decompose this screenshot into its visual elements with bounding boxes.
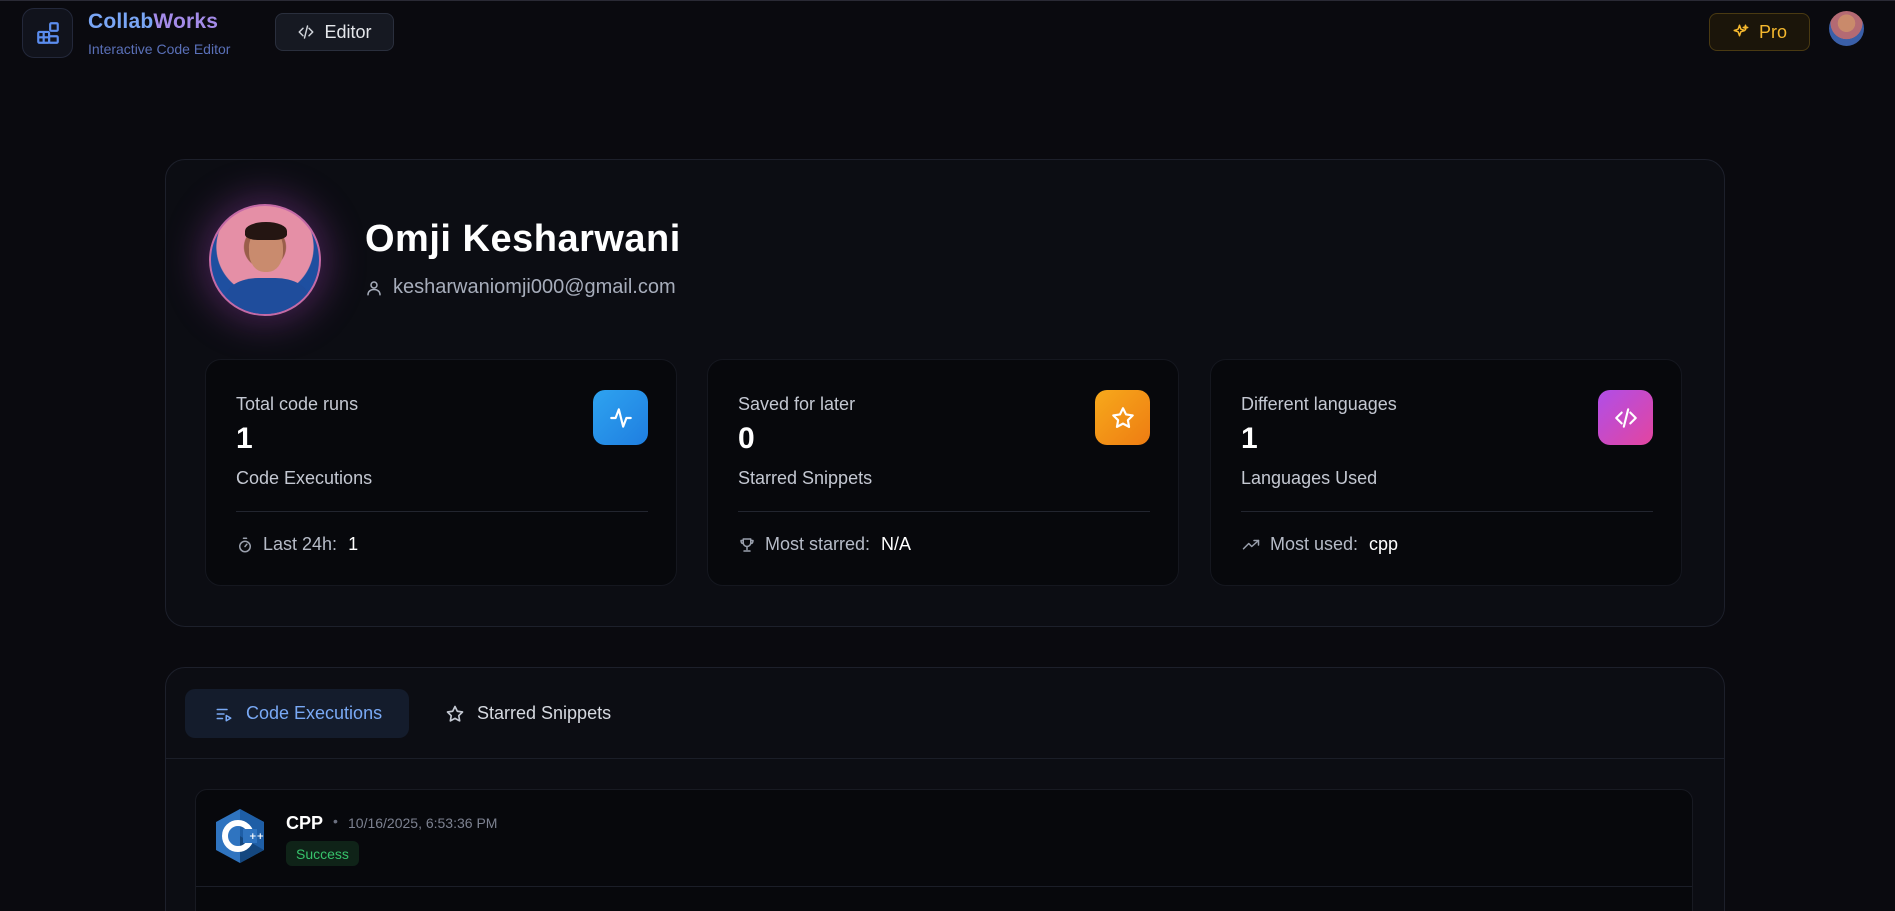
stat-label: Total code runs <box>236 394 359 414</box>
status-badge: Success <box>286 841 359 866</box>
stat-value: 0 <box>738 422 755 455</box>
stat-value: 1 <box>236 422 253 455</box>
pro-button[interactable]: Pro <box>1709 13 1810 51</box>
editor-button-label: Editor <box>324 21 372 42</box>
execution-item[interactable] <box>195 789 1693 911</box>
stat-footer-value: 1 <box>348 534 359 554</box>
code-icon <box>1614 407 1637 428</box>
pro-button-label: Pro <box>1758 21 1787 42</box>
svg-text:++: ++ <box>249 832 264 842</box>
blocks-icon <box>36 22 59 44</box>
timer-icon <box>239 537 251 552</box>
top-header: CollabWorks Interactive Code Editor Edit… <box>0 0 1895 64</box>
tab-code-executions[interactable]: Code Executions <box>185 689 409 738</box>
stat-divider <box>738 511 1150 512</box>
editor-button[interactable]: Editor <box>275 13 394 51</box>
stat-divider <box>236 511 648 512</box>
stat-label: Different languages <box>1241 394 1397 414</box>
profile-email-text: kesharwaniomji000@gmail.com <box>393 276 676 298</box>
tabs-divider <box>166 758 1724 759</box>
stat-card-saved: Saved for later 0 Starred Snippets Most … <box>707 359 1179 586</box>
stat-footer-value: cpp <box>1369 534 1399 554</box>
tab-label: Starred Snippets <box>477 703 612 723</box>
cpp-logo-icon: ++ <box>216 809 264 863</box>
execution-language: CPP <box>286 813 324 833</box>
stat-card-code-runs: Total code runs 1 Code Executions Last 2… <box>205 359 677 586</box>
stat-footer: Last 24h: 1 <box>236 534 358 555</box>
stat-label: Saved for later <box>738 394 856 414</box>
code-icon <box>298 25 314 39</box>
stat-footer-label: Most starred: <box>765 534 871 554</box>
stat-footer: Most starred: N/A <box>738 534 911 555</box>
profile-name: Omji Kesharwani <box>365 218 681 260</box>
brand-subtitle: Interactive Code Editor <box>88 41 231 57</box>
profile-email: kesharwaniomji000@gmail.com <box>365 276 676 299</box>
stat-badge <box>1598 390 1653 445</box>
trophy-icon <box>740 537 754 552</box>
brand-title[interactable]: CollabWorks <box>88 10 218 34</box>
sparkles-icon <box>1733 24 1749 37</box>
user-avatar[interactable] <box>1829 11 1864 46</box>
stat-value: 1 <box>1241 422 1258 455</box>
stat-badge <box>593 390 648 445</box>
list-play-icon <box>216 708 232 721</box>
execution-divider <box>196 886 1692 887</box>
stat-footer-label: Last 24h: <box>263 534 338 554</box>
trending-up-icon <box>1242 539 1260 549</box>
stat-description: Starred Snippets <box>738 468 873 488</box>
profile-avatar <box>209 204 321 316</box>
stat-description: Languages Used <box>1241 468 1378 488</box>
brand-title-tail: Works <box>153 10 219 33</box>
stat-footer-value: N/A <box>881 534 912 554</box>
avatar-shirt <box>225 278 309 314</box>
star-outline-icon <box>446 705 464 722</box>
tab-label: Code Executions <box>246 703 383 723</box>
stat-divider <box>1241 511 1653 512</box>
execution-timestamp: 10/16/2025, 6:53:36 PM <box>348 815 498 831</box>
app-logo[interactable] <box>22 8 73 58</box>
star-icon <box>1111 406 1134 428</box>
stat-footer-label: Most used: <box>1270 534 1359 554</box>
stat-footer: Most used: cpp <box>1241 534 1398 555</box>
stat-badge <box>1095 390 1150 445</box>
stat-card-languages: Different languages 1 Languages Used Mos… <box>1210 359 1682 586</box>
stat-description: Code Executions <box>236 468 373 488</box>
avatar-hair <box>245 222 287 240</box>
activity-icon <box>609 407 632 428</box>
brand-title-main: Collab <box>88 10 154 33</box>
execution-separator: • <box>333 813 338 829</box>
tab-starred-snippets[interactable]: Starred Snippets <box>415 689 625 738</box>
user-icon <box>367 280 381 295</box>
